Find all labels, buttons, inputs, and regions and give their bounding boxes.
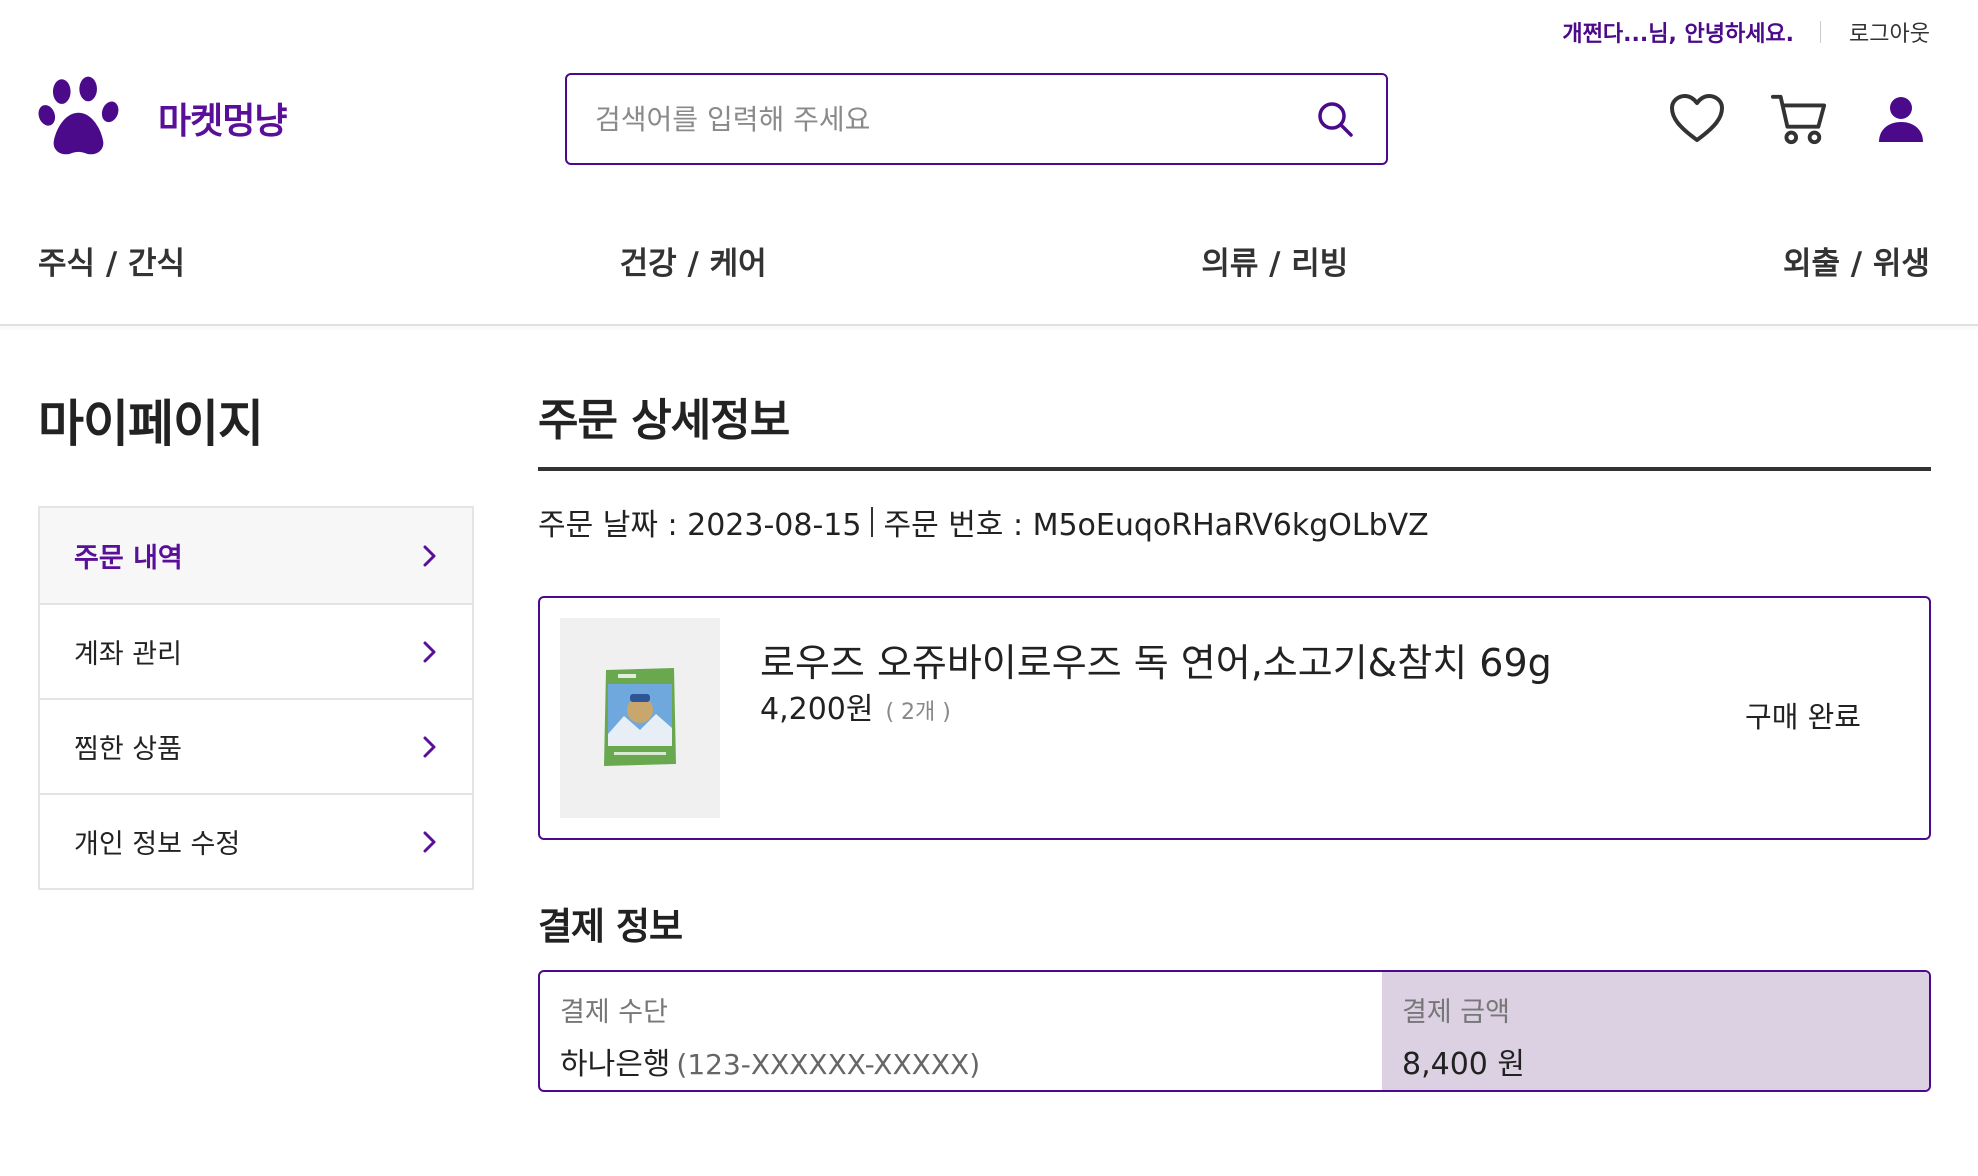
chevron-right-icon <box>423 641 436 662</box>
brand-name: 마켓멍냥 <box>158 101 287 142</box>
title-divider <box>538 467 1931 471</box>
account-button[interactable] <box>1872 90 1930 148</box>
user-greeting: 개쩐다...님, 안녕하세요. <box>1562 22 1795 47</box>
payment-section-title: 결제 정보 <box>538 905 683 948</box>
payment-amount-label: 결제 금액 <box>1402 997 1510 1028</box>
header-divider <box>0 324 1978 326</box>
sidebar-item-label: 찜한 상품 <box>74 734 182 765</box>
order-product-card[interactable]: 로우즈 오쥬바이로우즈 독 연어,소고기&참치 69g 4,200원 ( 2개 … <box>538 596 1931 840</box>
product-price-row: 4,200원 ( 2개 ) <box>760 684 951 728</box>
sidebar-item-label: 주문 내역 <box>74 543 183 574</box>
mypage-title: 마이페이지 <box>38 395 264 453</box>
product-name[interactable]: 로우즈 오쥬바이로우즈 독 연어,소고기&참치 69g <box>760 632 1552 687</box>
payment-account-number: (123-XXXXXX-XXXXX) <box>676 1048 981 1081</box>
meta-divider <box>871 507 874 537</box>
mypage-menu: 주문 내역 계좌 관리 찜한 상품 개인 정보 수정 <box>38 506 474 890</box>
top-divider <box>1820 21 1822 43</box>
chevron-right-icon <box>423 736 436 757</box>
payment-info: 결제 수단 하나은행 (123-XXXXXX-XXXXX) 결제 금액 8,400… <box>538 970 1931 1092</box>
payment-method-label: 결제 수단 <box>560 997 668 1028</box>
category-food-snack[interactable]: 주식 / 간식 <box>38 238 185 283</box>
paw-logo-icon <box>38 76 119 155</box>
order-date: 주문 날짜 : 2023-08-15 <box>538 508 862 543</box>
user-icon <box>1879 97 1923 142</box>
brand-logo[interactable]: 마켓멍냥 <box>38 74 287 162</box>
search-bar <box>565 73 1388 165</box>
search-button[interactable] <box>1312 96 1358 142</box>
page-title: 주문 상세정보 <box>538 395 790 446</box>
cart-button[interactable] <box>1770 90 1828 148</box>
payment-amount-cell: 결제 금액 8,400 원 <box>1382 972 1929 1090</box>
payment-bank: 하나은행 <box>560 1047 671 1082</box>
sidebar-item-edit-profile[interactable]: 개인 정보 수정 <box>40 793 472 888</box>
sidebar-item-account-management[interactable]: 계좌 관리 <box>40 603 472 698</box>
payment-method-cell: 결제 수단 하나은행 (123-XXXXXX-XXXXX) <box>540 972 1382 1090</box>
chevron-right-icon <box>423 831 436 852</box>
category-nav: 주식 / 간식 건강 / 케어 의류 / 리빙 외출 / 위생 <box>38 238 1930 283</box>
sidebar-item-wishlist[interactable]: 찜한 상품 <box>40 698 472 793</box>
category-health-care[interactable]: 건강 / 케어 <box>620 238 767 283</box>
wishlist-button[interactable] <box>1668 90 1726 148</box>
sidebar-item-label: 개인 정보 수정 <box>74 829 241 860</box>
product-quantity: ( 2개 ) <box>885 700 951 725</box>
sidebar-item-label: 계좌 관리 <box>74 639 182 670</box>
payment-method-value-row: 하나은행 (123-XXXXXX-XXXXX) <box>560 1039 1362 1083</box>
logout-link[interactable]: 로그아웃 <box>1849 16 1930 48</box>
category-outing-hygiene[interactable]: 외출 / 위생 <box>1783 238 1930 283</box>
top-utility-bar: 개쩐다...님, 안녕하세요. 로그아웃 <box>1562 16 1930 48</box>
product-image <box>560 618 720 818</box>
order-status: 구매 완료 <box>1745 700 1861 734</box>
chevron-right-icon <box>423 545 436 566</box>
search-input[interactable] <box>595 102 1312 136</box>
payment-amount-value: 8,400 원 <box>1402 1047 1526 1082</box>
product-price: 4,200원 <box>760 692 874 727</box>
category-clothing-living[interactable]: 의류 / 리빙 <box>1201 238 1348 283</box>
order-meta: 주문 날짜 : 2023-08-15 주문 번호 : M5oEuqoRHaRV6… <box>538 500 1429 544</box>
header-actions <box>1668 90 1930 148</box>
product-pouch-image <box>604 668 676 766</box>
cart-icon <box>1770 94 1827 145</box>
sidebar-item-order-history[interactable]: 주문 내역 <box>40 508 472 603</box>
search-icon <box>1318 102 1353 137</box>
heart-icon <box>1670 94 1724 142</box>
order-number: 주문 번호 : M5oEuqoRHaRV6kgOLbVZ <box>883 508 1429 543</box>
